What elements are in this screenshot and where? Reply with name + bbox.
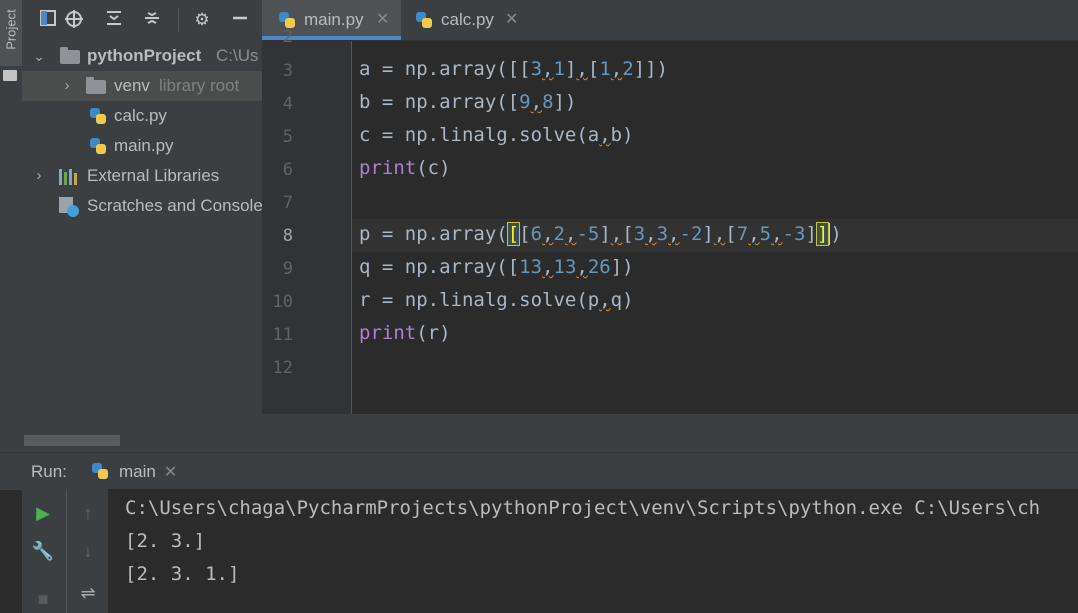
tree-item-venv[interactable]: › venv library root [22,71,262,101]
locate-file-icon[interactable] [64,10,84,30]
expand-all-icon[interactable] [104,10,124,30]
line-number: 12 [272,358,293,378]
tree-item-external-libraries[interactable]: › External Libraries [22,161,262,191]
tree-item-label: main.py [114,136,174,155]
minimize-icon[interactable] [230,10,250,30]
tree-item-scratches[interactable]: Scratches and Console [22,191,262,221]
code-line-3[interactable]: a = np.array([[3,1],[1,2]]) [359,58,668,80]
run-tab-label: main [119,462,156,481]
code-line-9[interactable]: q = np.array([13,13,26]) [359,256,634,278]
folder-icon [86,77,106,94]
tab-label: main.py [304,10,364,29]
python-file-icon [91,462,109,480]
run-label: Run: [31,462,67,481]
console-line: [2. 3. 1.] [125,563,240,585]
project-root-name: pythonProject [87,46,202,65]
python-file-icon [89,107,107,125]
line-number: 2 [282,27,293,47]
close-icon[interactable]: ✕ [164,464,177,481]
run-tool-window-header: Run: main ✕ [0,452,1078,490]
rerun-play-icon[interactable]: ▶ [30,501,56,525]
line-number-gutter: 2 3 4 5 6 7 8 9 10 11 12 [262,27,352,414]
line-number: 3 [282,61,293,81]
close-icon[interactable]: ✕ [376,0,389,40]
code-line-10[interactable]: r = np.linalg.solve(p,q) [359,289,634,311]
line-number: 9 [282,259,293,279]
chevron-right-icon[interactable]: › [60,71,74,101]
gear-icon[interactable]: ⚙ [192,10,212,30]
project-panel: ⚙ ⌄ pythonProject C:\Us › venv library r… [22,0,262,452]
chevron-right-icon[interactable]: › [32,161,46,191]
project-view-icon[interactable] [38,10,58,30]
tree-item-label: Scratches and Console [87,196,262,215]
tree-item-main-py[interactable]: main.py [22,131,262,161]
tab-calc-py[interactable]: calc.py ✕ [401,0,531,40]
folder-icon [60,47,80,64]
run-tab-main[interactable]: main ✕ [91,453,177,490]
tree-item-label: calc.py [114,106,167,125]
project-toolbar: ⚙ [22,0,262,40]
arrow-down-icon[interactable]: ↓ [75,539,101,563]
code-editor[interactable]: 2 3 4 5 6 7 8 9 10 11 12 a = np.array([[… [262,27,1078,414]
tree-item-label: External Libraries [87,166,220,185]
library-icon [59,169,79,185]
soft-wrap-icon[interactable]: ⇌ [75,581,101,605]
chevron-down-icon[interactable]: ⌄ [32,41,46,71]
run-output-toolbar: ↑ ↓ ⇌ [66,489,109,613]
line-number-current: 8 [282,226,293,246]
run-console[interactable]: C:\Users\chaga\PycharmProjects\pythonPro… [108,489,1078,613]
scratches-icon [59,197,79,217]
project-tool-label[interactable]: Project [4,5,19,55]
code-line-4[interactable]: b = np.array([9,8]) [359,91,576,113]
line-number: 7 [282,193,293,213]
line-number: 10 [272,292,293,312]
line-number: 5 [282,127,293,147]
tree-item-label: venv [114,76,150,95]
folder-icon [3,70,17,81]
python-file-icon [89,137,107,155]
tab-label: calc.py [441,10,494,29]
close-icon[interactable]: ✕ [505,0,518,40]
code-line-11[interactable]: print(r) [359,322,451,344]
stop-icon[interactable]: ■ [30,587,56,611]
tree-item-project-root[interactable]: ⌄ pythonProject C:\Us [22,41,262,71]
line-number: 6 [282,160,293,180]
tree-item-hint: library root [159,76,240,95]
editor-bottom-area [262,414,1078,452]
wrench-icon[interactable]: 🔧 [30,539,56,563]
arrow-up-icon[interactable]: ↑ [75,501,101,525]
console-line: [2. 3.] [125,530,206,552]
line-number: 4 [282,94,293,114]
code-line-8[interactable]: p = np.array([[6,2,-5],[3,3,-2],[7,5,-3]… [359,222,842,246]
python-file-icon [415,11,433,29]
code-line-6[interactable]: print(c) [359,157,451,179]
code-line-5[interactable]: c = np.linalg.solve(a,b) [359,124,634,146]
editor-tab-bar: main.py ✕ calc.py ✕ [262,0,1078,41]
console-line: C:\Users\chaga\PycharmProjects\pythonPro… [125,497,1041,519]
tree-item-calc-py[interactable]: calc.py [22,101,262,131]
run-toolbar: ▶ 🔧 ■ [22,489,66,613]
tool-window-strip: Project [0,0,23,452]
toolbar-separator [178,8,179,32]
collapse-all-icon[interactable] [142,10,162,30]
line-number: 11 [272,325,293,345]
project-horizontal-scrollbar[interactable] [24,435,120,446]
